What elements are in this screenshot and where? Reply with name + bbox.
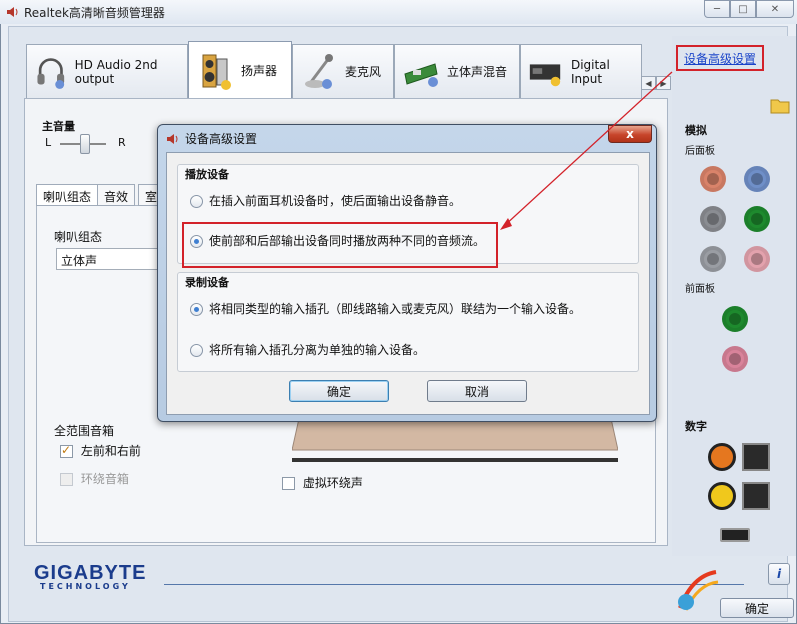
option-label: 将相同类型的输入插孔（即线路输入或麦克风）联结为一个输入设备。 <box>209 302 582 316</box>
window-title: Realtek高清晰音频管理器 <box>24 6 165 20</box>
dialog-title: 设备高级设置 <box>185 132 258 146</box>
analog-label: 模拟 <box>685 124 707 137</box>
speaker-icon <box>7 7 18 17</box>
dialog-titlebar: 设备高级设置 <box>166 130 257 147</box>
surround-label: 环绕音箱 <box>80 472 129 486</box>
tab-label: 立体声混音 <box>447 65 508 79</box>
balance-thumb[interactable] <box>80 134 90 154</box>
tab-speakers[interactable]: 扬声器 <box>188 41 292 99</box>
window-controls: ─ □ ✕ <box>704 0 794 18</box>
radio-separate-inputs[interactable] <box>190 344 203 357</box>
coaxial-jack-icon[interactable] <box>708 443 736 471</box>
close-button[interactable]: ✕ <box>756 0 794 18</box>
footer-divider <box>164 584 744 585</box>
maximize-button[interactable]: □ <box>730 0 756 18</box>
tab-label: Digital Input <box>570 57 610 86</box>
sound-card-icon <box>404 62 438 87</box>
speaker-icon <box>167 133 178 144</box>
tab-microphone[interactable]: 麦克风 <box>292 44 394 98</box>
front-lr-checkbox-row[interactable]: 左前和右前 <box>60 442 141 459</box>
dialog-close-button[interactable]: x <box>608 125 652 143</box>
front-panel-label: 前面板 <box>685 284 715 295</box>
rear-panel-label: 后面板 <box>685 146 715 157</box>
record-option-combine[interactable]: 将相同类型的输入插孔（即线路输入或麦克风）联结为一个输入设备。 <box>190 300 581 317</box>
microphone-icon <box>305 53 333 89</box>
tab-label: 麦克风 <box>345 65 382 79</box>
right-label: R <box>118 136 126 149</box>
surround-checkbox <box>60 473 73 486</box>
optical-in-port-icon[interactable] <box>742 482 770 510</box>
realtek-crab-icon <box>678 570 719 611</box>
ok-button[interactable]: 确定 <box>720 598 794 618</box>
tab-label: HD Audio 2nd output <box>74 57 158 86</box>
digital-label: 数字 <box>685 420 707 433</box>
scroll-right-icon[interactable]: ▶ <box>656 76 671 90</box>
playback-group-title: 播放设备 <box>185 168 229 181</box>
rear-jack-5[interactable] <box>700 246 726 272</box>
speaker-icon <box>202 54 231 90</box>
brand-subtitle: TECHNOLOGY <box>40 582 131 591</box>
full-range-label: 全范围音箱 <box>54 424 115 438</box>
tab-scroll: ◀ ▶ <box>641 76 671 90</box>
folder-icon[interactable] <box>770 96 790 114</box>
virtual-surround-label: 虚拟环绕声 <box>302 476 363 490</box>
subtab-speaker-config[interactable]: 喇叭组态 <box>36 184 99 206</box>
front-lr-label: 左前和右前 <box>80 444 141 458</box>
tab-stereo-mix[interactable]: 立体声混音 <box>394 44 520 98</box>
front-jack-1[interactable] <box>722 306 748 332</box>
virtual-surround-checkbox[interactable] <box>282 477 295 490</box>
playback-option-mute-rear[interactable]: 在插入前面耳机设备时，使后面输出设备静音。 <box>190 192 461 209</box>
front-lr-checkbox[interactable] <box>60 443 73 458</box>
surround-checkbox-row: 环绕音箱 <box>60 470 129 487</box>
front-jack-2[interactable] <box>722 346 748 372</box>
hdmi-port-icon <box>720 528 750 542</box>
dialog-ok-button[interactable]: 确定 <box>289 380 389 402</box>
tab-label: 扬声器 <box>241 64 278 78</box>
tab-hd-audio-2nd-output[interactable]: HD Audio 2nd output <box>26 44 188 98</box>
rear-jack-4[interactable] <box>744 206 770 232</box>
left-label: L <box>45 136 52 149</box>
tab-digital-input[interactable]: Digital Input <box>520 44 642 98</box>
optical-port-icon[interactable] <box>742 443 770 471</box>
rear-jack-1[interactable] <box>700 166 726 192</box>
speaker-config-label: 喇叭组态 <box>54 230 103 244</box>
rear-jack-3[interactable] <box>700 206 726 232</box>
rear-jack-2[interactable] <box>744 166 770 192</box>
recording-group-title: 录制设备 <box>185 276 229 289</box>
rear-jack-6[interactable] <box>744 246 770 272</box>
coaxial-in-jack-icon[interactable] <box>708 482 736 510</box>
balance-slider[interactable]: L R <box>42 132 162 154</box>
dialog-cancel-button[interactable]: 取消 <box>427 380 527 402</box>
radio-mute-rear[interactable] <box>190 195 203 208</box>
scroll-left-icon[interactable]: ◀ <box>641 76 656 90</box>
subtab-sound-effects[interactable]: 音效 <box>97 184 136 206</box>
minimize-button[interactable]: ─ <box>704 0 730 18</box>
title-bar: Realtek高清晰音频管理器 <box>0 0 797 24</box>
connector-panel <box>672 36 796 556</box>
highlight-box <box>182 222 498 268</box>
option-label: 将所有输入插孔分离为单独的输入设备。 <box>209 343 426 357</box>
record-option-separate[interactable]: 将所有输入插孔分离为单独的输入设备。 <box>190 341 425 358</box>
virtual-surround-checkbox-row[interactable]: 虚拟环绕声 <box>282 474 363 491</box>
info-button[interactable]: i <box>768 563 790 585</box>
digital-input-icon <box>529 63 561 86</box>
speaker-config-select[interactable]: 立体声 <box>56 248 160 270</box>
radio-combine-inputs[interactable] <box>190 303 203 316</box>
option-label: 在插入前面耳机设备时，使后面输出设备静音。 <box>209 194 462 208</box>
advanced-settings-link[interactable]: 设备高级设置 <box>676 45 764 71</box>
headphones-icon <box>37 57 65 89</box>
